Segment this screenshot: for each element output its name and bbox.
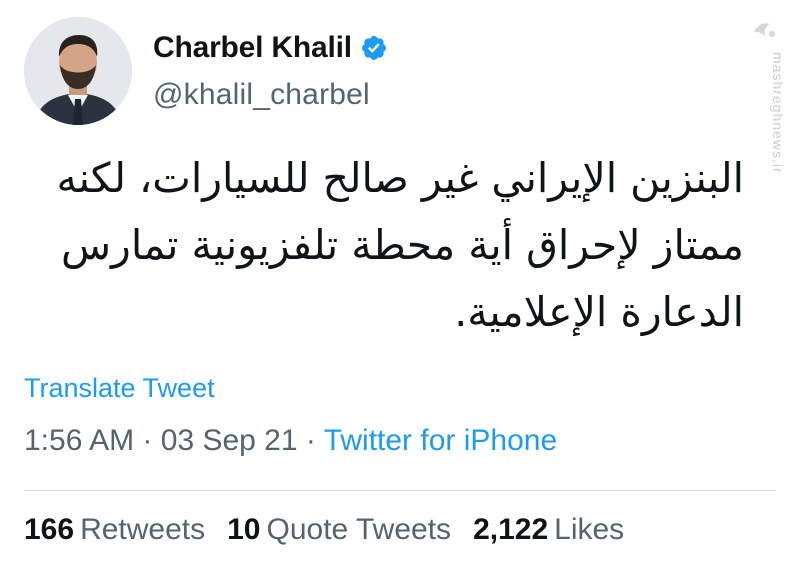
tweet-time[interactable]: 1:56 AM [24, 424, 134, 457]
profile-avatar[interactable] [24, 17, 132, 125]
retweets-count: 166 [24, 513, 75, 546]
display-name[interactable]: Charbel Khalil [153, 31, 352, 65]
user-handle[interactable]: @khalil_charbel [153, 78, 370, 112]
tweet-line: ممتاز لإحراق أية محطة تلفزيونية تمارس [60, 221, 744, 269]
quote-tweets-label: Quote Tweets [266, 513, 452, 546]
tweet-line: البنزين الإيراني غير صالح للسيارات، لكنه [56, 154, 744, 202]
likes-label: Likes [554, 513, 625, 546]
translate-tweet-link[interactable]: Translate Tweet [24, 373, 215, 404]
likes-stat[interactable]: 2,122 Likes [473, 513, 624, 547]
tweet-line: الدعارة الإعلامية. [454, 288, 744, 336]
likes-count: 2,122 [473, 513, 549, 546]
quote-tweets-stat[interactable]: 10 Quote Tweets [227, 513, 451, 547]
retweets-stat[interactable]: 166 Retweets [24, 513, 205, 547]
avatar-portrait-image [24, 17, 132, 125]
divider [24, 490, 776, 491]
watermark-logo-icon [754, 23, 775, 37]
meta-separator: · [305, 424, 316, 457]
tweet-source-link[interactable]: Twitter for iPhone [324, 424, 557, 457]
verified-badge-icon [361, 36, 386, 60]
tweet-metadata: 1:56 AM · 03 Sep 21 · Twitter for iPhone [24, 424, 557, 458]
meta-separator: · [142, 424, 153, 457]
watermark-text: mashreghnews.ir [770, 52, 786, 174]
quote-tweets-count: 10 [227, 513, 261, 546]
tweet-date[interactable]: 03 Sep 21 [161, 424, 298, 457]
engagement-stats: 166 Retweets 10 Quote Tweets 2,122 Likes [24, 513, 624, 547]
retweets-label: Retweets [80, 513, 206, 546]
name-row: Charbel Khalil [153, 28, 388, 68]
tweet-text: البنزين الإيراني غير صالح للسيارات، لكنه… [56, 145, 744, 346]
